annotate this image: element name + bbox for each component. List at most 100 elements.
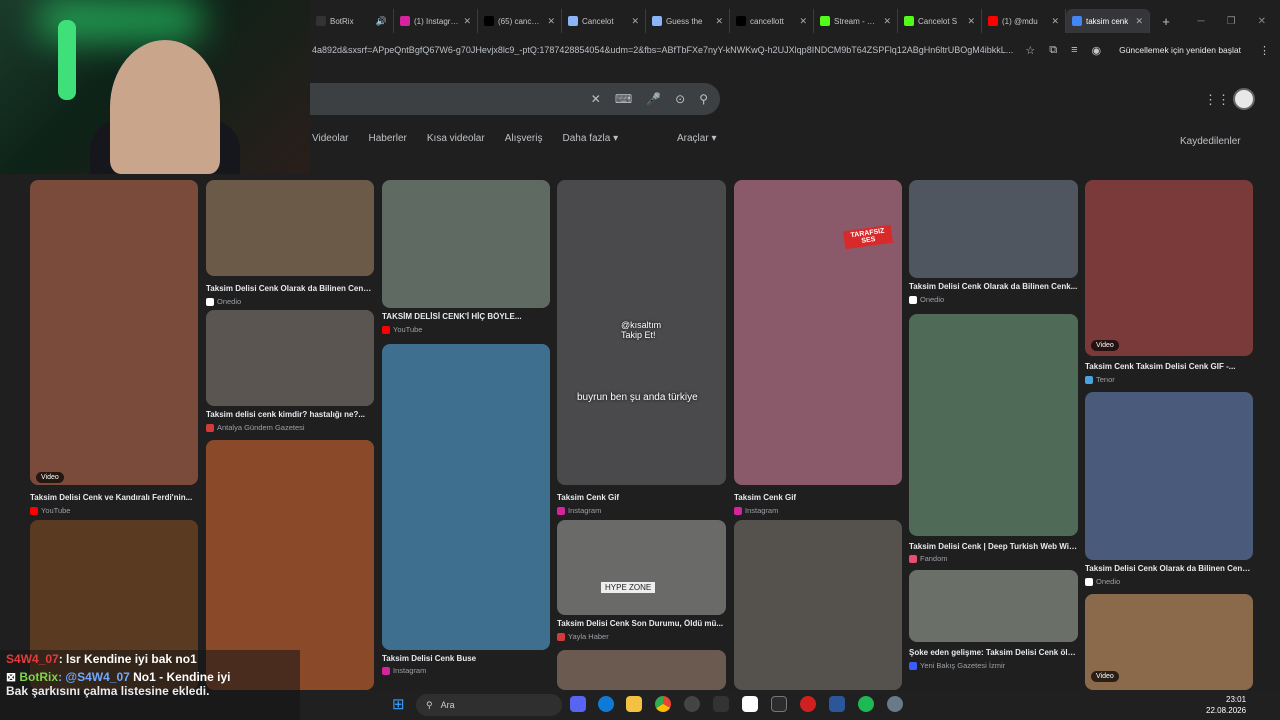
result-caption[interactable]: Taksim Delisi Cenk Buse <box>382 654 550 663</box>
tab-close-icon[interactable]: ✕ <box>1135 16 1143 27</box>
account-avatar[interactable] <box>1233 88 1255 110</box>
tab-label: taksim cenk <box>1086 16 1129 26</box>
result-image[interactable] <box>557 650 726 690</box>
clock-date: 22.08.2026 <box>1206 706 1247 715</box>
profile-icon[interactable]: ◉ <box>1091 44 1101 57</box>
result-caption[interactable]: Taksim Delisi Cenk Olarak da Bilinen Cen… <box>1085 564 1253 573</box>
search-icon[interactable]: ⚲ <box>699 92 708 106</box>
media-icon[interactable]: ≡ <box>1071 44 1077 56</box>
result-caption[interactable]: Taksim Cenk Gif <box>557 493 726 502</box>
tab-2[interactable]: (65) cancelot ✕ <box>478 9 562 33</box>
file-explorer-icon[interactable] <box>626 696 642 712</box>
search-input[interactable]: ✕ ⌨ 🎤 ⊙ ⚲ <box>310 83 720 115</box>
obs-icon[interactable] <box>684 696 700 712</box>
result-caption[interactable]: Taksim Delisi Cenk ve Kandıralı Ferdi'ni… <box>30 493 198 502</box>
word-icon[interactable] <box>829 696 845 712</box>
chat-message: S4W4_07: lsr Kendine iyi bak no1 <box>6 652 294 666</box>
filter-shopping[interactable]: Alışveriş <box>505 133 543 144</box>
result-image[interactable] <box>734 520 902 690</box>
discord-icon[interactable] <box>570 696 586 712</box>
window-controls: ─ ❐ ✕ <box>1198 16 1280 27</box>
tab-0[interactable]: BotRix 🔊 <box>310 9 394 33</box>
source-name: Instagram <box>745 506 779 515</box>
result-image[interactable] <box>382 344 550 650</box>
result-caption[interactable]: Taksim Delisi Cenk Olarak da Bilinen Cen… <box>206 284 374 293</box>
result-caption[interactable]: Taksim Delisi Cenk Olarak da Bilinen Cen… <box>909 282 1078 291</box>
result-image[interactable] <box>382 180 550 308</box>
menu-icon[interactable]: ⋮ <box>1259 44 1270 57</box>
tab-close-icon[interactable]: ✕ <box>799 16 807 27</box>
url-text[interactable]: 4a892d&sxsrf=APpeQntBgfQ67W6-g70JHevjx8l… <box>310 45 1015 55</box>
tab-close-icon[interactable]: ✕ <box>631 16 639 27</box>
terminal-icon[interactable] <box>771 696 787 712</box>
tab-3[interactable]: Cancelot ✕ <box>562 9 646 33</box>
microphone <box>58 20 76 100</box>
result-image[interactable] <box>206 180 374 276</box>
tab-close-icon[interactable]: ✕ <box>1051 16 1059 27</box>
spotify-icon[interactable] <box>858 696 874 712</box>
source-favicon-icon <box>382 325 390 334</box>
tab-close-icon[interactable]: ✕ <box>715 16 723 27</box>
minimize-icon[interactable]: ─ <box>1198 16 1205 27</box>
result-caption[interactable]: Taksim Delisi Cenk Son Durumu, Öldü mü..… <box>557 619 726 628</box>
result-caption[interactable]: Taksim Cenk Taksim Delisi Cenk GIF -... <box>1085 362 1253 371</box>
result-caption[interactable]: Şoke eden gelişme: Taksim Delisi Cenk öl… <box>909 648 1078 657</box>
result-image[interactable] <box>909 570 1078 642</box>
tab-8[interactable]: (1) @mdu ✕ <box>982 9 1066 33</box>
tab-close-icon[interactable]: 🔊 <box>376 16 387 27</box>
result-caption[interactable]: Taksim Delisi Cenk | Deep Turkish Web Wi… <box>909 542 1078 551</box>
windows-start-icon[interactable]: ⊞ <box>392 697 408 713</box>
source-name: Tenor <box>1096 375 1115 384</box>
tab-close-icon[interactable]: ✕ <box>883 16 891 27</box>
result-caption[interactable]: Taksim Cenk Gif <box>734 493 902 502</box>
source-name: Onedio <box>920 295 945 304</box>
tab-5[interactable]: cancellott ✕ <box>730 9 814 33</box>
new-tab-button[interactable]: + <box>1156 14 1176 29</box>
tab-close-icon[interactable]: ✕ <box>967 16 975 27</box>
filter-more[interactable]: Daha fazla ▾ <box>562 133 618 144</box>
close-window-icon[interactable]: ✕ <box>1258 16 1266 27</box>
tools-button[interactable]: Araçlar ▾ <box>677 133 716 144</box>
settings-icon[interactable] <box>887 696 903 712</box>
taskbar-search[interactable]: ⚲ Ara <box>416 694 562 716</box>
result-image[interactable] <box>1085 392 1253 560</box>
tab-close-icon[interactable]: ✕ <box>547 16 555 27</box>
chat-message: ⊠ BotRix: @S4W4_07 No1 - Kendine iyi <box>6 670 294 684</box>
video-badge: Video <box>1091 671 1119 682</box>
tab-1[interactable]: (1) Instagram ✕ <box>394 9 478 33</box>
tab-7[interactable]: Cancelot S ✕ <box>898 9 982 33</box>
app-icon[interactable] <box>713 696 729 712</box>
hype-zone-text: HYPE ZONE <box>601 582 656 593</box>
chrome-icon[interactable] <box>655 696 671 712</box>
tab-4[interactable]: Guess the ✕ <box>646 9 730 33</box>
result-image[interactable] <box>30 180 198 485</box>
filter-news[interactable]: Haberler <box>369 133 407 144</box>
notepad-icon[interactable] <box>742 696 758 712</box>
bookmark-star-icon[interactable]: ☆ <box>1025 44 1035 57</box>
tab-9[interactable]: taksim cenk ✕ <box>1066 9 1150 33</box>
tab-close-icon[interactable]: ✕ <box>463 16 471 27</box>
keyboard-icon[interactable]: ⌨ <box>615 92 632 106</box>
result-image[interactable] <box>909 314 1078 536</box>
filter-videos[interactable]: Videolar <box>312 133 349 144</box>
tab-label: Guess the <box>666 16 703 26</box>
clear-search-icon[interactable]: ✕ <box>591 92 601 106</box>
result-caption[interactable]: TAKSİM DELİSİ CENK'İ HİÇ BÖYLE... <box>382 312 550 321</box>
restore-icon[interactable]: ❐ <box>1227 16 1236 27</box>
extensions-icon[interactable]: ⧉ <box>1049 44 1057 57</box>
tab-6[interactable]: Stream - Kick ✕ <box>814 9 898 33</box>
result-caption[interactable]: Taksim delisi cenk kimdir? hastalığı ne?… <box>206 410 374 419</box>
filter-short-videos[interactable]: Kısa videolar <box>427 133 485 144</box>
result-image[interactable] <box>557 520 726 615</box>
record-icon[interactable] <box>800 696 816 712</box>
saved-button[interactable]: Kaydedilenler <box>1180 136 1241 147</box>
result-image[interactable] <box>206 310 374 406</box>
result-image[interactable] <box>909 180 1078 278</box>
source-name: Yeni Bakış Gazetesi İzmir <box>920 661 1006 670</box>
lens-icon[interactable]: ⊙ <box>675 92 685 106</box>
update-button[interactable]: Güncellemek için yeniden başlat <box>1115 45 1245 55</box>
edge-icon[interactable] <box>598 696 614 712</box>
system-clock[interactable]: 23:01 22.08.2026 <box>1206 694 1246 716</box>
voice-search-icon[interactable]: 🎤 <box>646 92 661 106</box>
result-image[interactable] <box>1085 180 1253 356</box>
